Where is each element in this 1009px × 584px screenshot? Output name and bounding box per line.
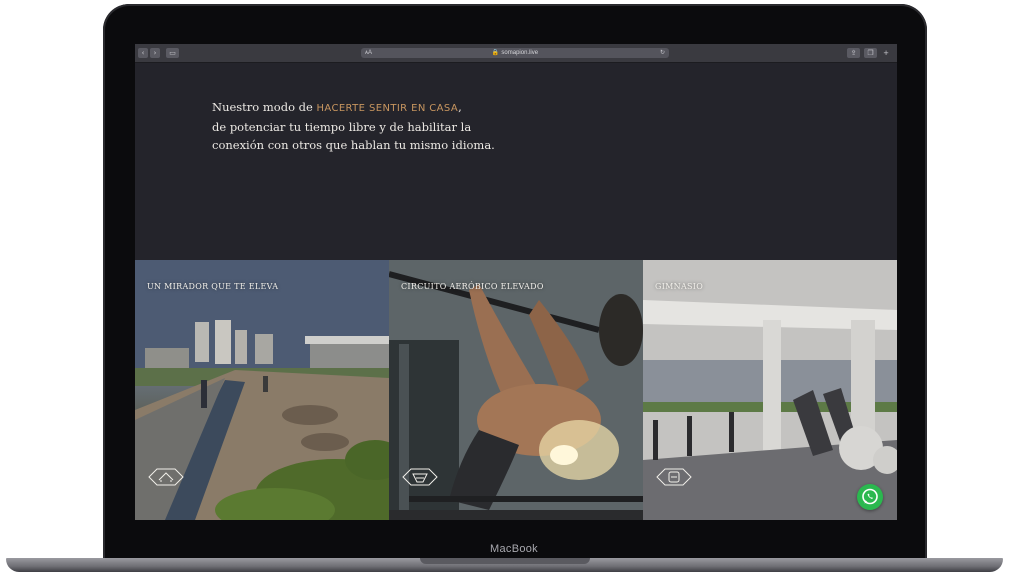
feature-card-gimnasio[interactable]: GIMNASIO — [643, 260, 897, 520]
intro-highlight: HACERTE SENTIR EN CASA — [316, 103, 459, 114]
browser-toolbar: ‹ › ▭ ᴀA 🔒 somapion.live ↻ ⇪ ❐ + — [135, 44, 897, 63]
share-icon[interactable]: ⇪ — [847, 48, 860, 58]
rooftop-icon — [147, 466, 185, 488]
laptop-notch — [420, 558, 590, 564]
url-text: somapion.live — [501, 50, 539, 56]
device-brand: MacBook — [490, 543, 538, 555]
intro-text: Nuestro modo de HACERTE SENTIR EN CASA, … — [212, 98, 532, 154]
feature-title: CIRCUITO AERÓBICO ELEVADO — [401, 282, 544, 291]
new-tab-icon[interactable]: + — [881, 48, 891, 58]
lock-icon: 🔒 — [491, 50, 500, 56]
feature-card-circuito[interactable]: CIRCUITO AERÓBICO ELEVADO — [389, 260, 643, 520]
intro-line2: de potenciar tu tiempo libre y de habili… — [212, 120, 472, 134]
back-button[interactable]: ‹ — [138, 48, 148, 58]
tabs-icon[interactable]: ❐ — [864, 48, 877, 58]
intro-comma: , — [458, 100, 462, 114]
feature-title: UN MIRADOR QUE TE ELEVA — [147, 282, 279, 291]
reload-icon[interactable]: ↻ — [660, 48, 665, 58]
sidebar-toggle-icon[interactable]: ▭ — [166, 48, 179, 58]
screen: ‹ › ▭ ᴀA 🔒 somapion.live ↻ ⇪ ❐ + Nuestro … — [135, 44, 897, 520]
intro-line3: conexión con otros que hablan tu mismo i… — [212, 138, 495, 152]
track-icon — [401, 466, 439, 488]
address-bar[interactable]: ᴀA 🔒 somapion.live ↻ — [361, 48, 669, 58]
feature-title: GIMNASIO — [655, 282, 704, 291]
feature-card-mirador[interactable]: UN MIRADOR QUE TE ELEVA — [135, 260, 389, 520]
forward-button[interactable]: › — [150, 48, 160, 58]
whatsapp-button[interactable] — [857, 484, 883, 510]
intro-lead: Nuestro modo de — [212, 100, 317, 114]
gym-icon — [655, 466, 693, 488]
whatsapp-icon — [862, 488, 878, 505]
feature-gallery: UN MIRADOR QUE TE ELEVA CIRCUITO AERÓBIC… — [135, 260, 897, 520]
